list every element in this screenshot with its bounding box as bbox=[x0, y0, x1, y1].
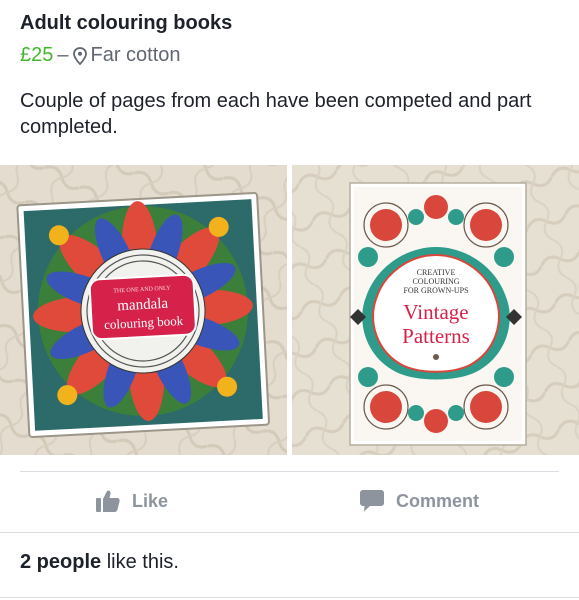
speech-bubble-icon bbox=[360, 490, 384, 512]
likes-summary[interactable]: 2 people like this. bbox=[20, 551, 179, 574]
book-subtitle-2: COLOURING bbox=[412, 277, 459, 286]
price: £25 bbox=[20, 44, 54, 66]
location-link[interactable]: Far cotton bbox=[91, 44, 181, 67]
thumbs-up-icon bbox=[96, 490, 120, 512]
book-title-1: Vintage bbox=[403, 300, 468, 324]
comment-button[interactable]: Comment bbox=[360, 486, 479, 516]
like-label: Like bbox=[132, 490, 169, 511]
marketplace-post: Adult colouring books £25 – Far cotton C… bbox=[0, 0, 579, 600]
post-title: Adult colouring books bbox=[20, 12, 233, 34]
comment-label: Comment bbox=[396, 490, 480, 511]
map-pin-icon bbox=[72, 46, 87, 65]
book-label-title-1: mandala bbox=[117, 296, 169, 315]
photo-vintage-book[interactable]: CREATIVE COLOURING FOR GROWN-UPS Vintage… bbox=[292, 165, 579, 455]
book-subtitle-1: CREATIVE bbox=[417, 268, 456, 277]
like-button[interactable]: Like bbox=[96, 486, 168, 516]
likes-suffix: like this. bbox=[101, 551, 179, 573]
book-title-2: Patterns bbox=[402, 324, 470, 348]
likes-count[interactable]: 2 people bbox=[20, 551, 101, 573]
post-description: Couple of pages from each have been comp… bbox=[20, 90, 532, 138]
divider-bottom bbox=[0, 597, 579, 598]
meta-separator: – bbox=[57, 44, 69, 66]
book-subtitle-3: FOR GROWN-UPS bbox=[403, 286, 468, 295]
divider-middle bbox=[0, 532, 579, 533]
post-meta: £25 – Far cotton bbox=[20, 44, 181, 67]
photo-mandala-book[interactable]: THE ONE AND ONLY mandala colouring book bbox=[0, 165, 287, 455]
divider-top bbox=[20, 471, 559, 472]
